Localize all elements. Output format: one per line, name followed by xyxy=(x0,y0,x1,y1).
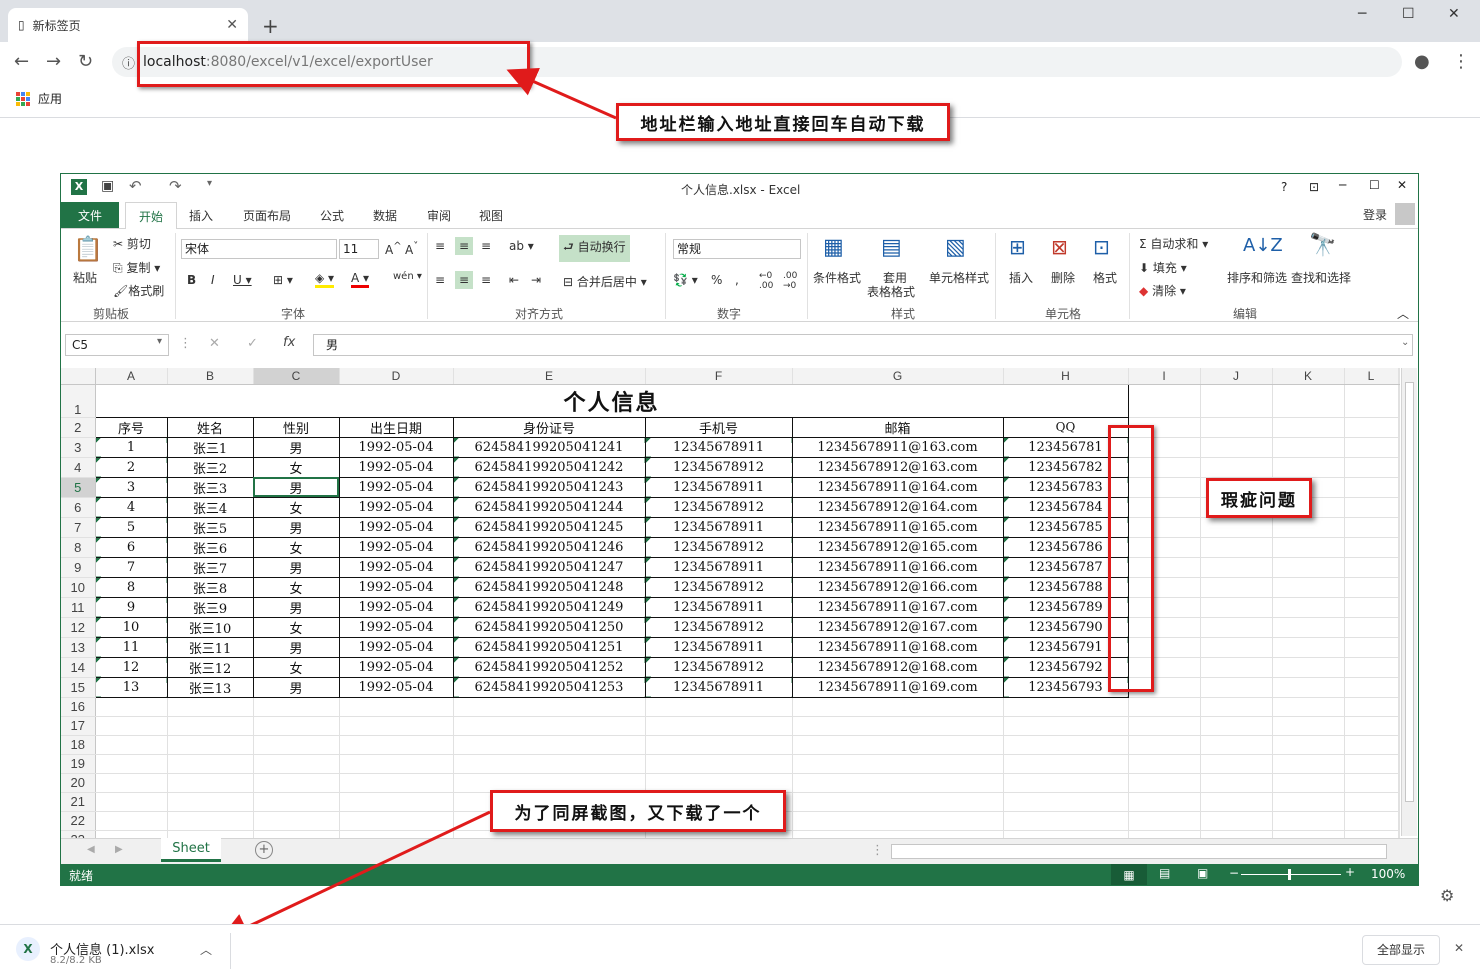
annotation-arrows xyxy=(218,67,617,942)
address-arrow xyxy=(506,67,617,120)
show-all-button[interactable]: 全部显示 xyxy=(1362,935,1440,965)
excel-file-icon: X xyxy=(16,937,40,961)
close-download-bar-icon[interactable]: ✕ xyxy=(1454,941,1464,955)
download-arrow xyxy=(218,810,491,942)
download-bar: X 个人信息 (1).xlsx 8.2/8.2 KB ︿ 全部显示 ✕ xyxy=(0,924,1480,974)
chevron-up-icon[interactable]: ︿ xyxy=(200,941,212,958)
download-divider xyxy=(230,933,231,969)
download-size: 8.2/8.2 KB xyxy=(50,955,102,966)
tab-home[interactable]: 开始 xyxy=(125,202,177,229)
